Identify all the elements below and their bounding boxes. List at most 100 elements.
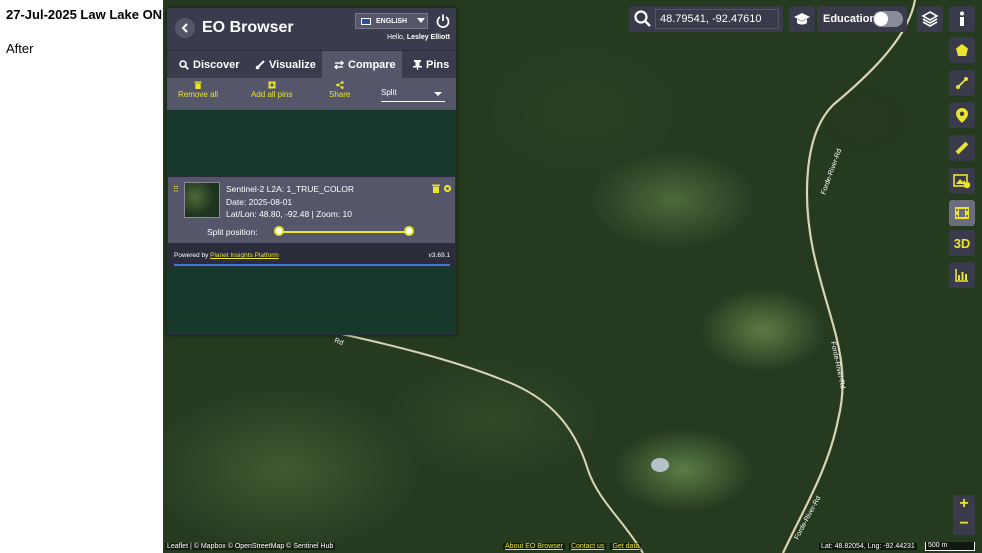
greeting-prefix: Hello, <box>386 34 405 41</box>
platform-link[interactable]: Planet Insights Platform <box>210 252 279 259</box>
pin-icon <box>413 59 422 70</box>
layers-icon <box>921 11 939 27</box>
panel-header: EO Browser ENGLISH Hello, Lesley Elliott <box>167 8 456 50</box>
footer-links: About EO Browser Contact us Get data <box>503 543 645 550</box>
statistics-button[interactable] <box>949 262 975 288</box>
layer-latlon: Lat/Lon: 48.80, -92.48 | Zoom: 10 <box>226 209 353 219</box>
info-icon <box>960 11 964 26</box>
timelapse-button[interactable] <box>949 200 975 226</box>
switch-knob <box>874 12 888 26</box>
progress-fill <box>174 264 450 266</box>
tab-label: Discover <box>193 58 240 71</box>
get-data-link[interactable]: Get data <box>610 543 642 550</box>
measure-line-icon <box>956 77 968 89</box>
compare-mode-value: Split <box>381 88 397 97</box>
graduation-cap-icon <box>794 13 810 25</box>
panel-footer: Powered by Planet Insights Platform v3.6… <box>168 249 455 266</box>
tab-pins[interactable]: Pins <box>413 51 449 78</box>
image-download-icon <box>953 174 971 189</box>
attribution-credits: Leaflet | © Mapbox © OpenStreetMap © Sen… <box>165 543 336 550</box>
education-switch[interactable] <box>873 11 903 27</box>
eo-browser-panel: EO Browser ENGLISH Hello, Lesley Elliott… <box>167 8 456 335</box>
zoom-out-button[interactable]: − <box>953 515 975 535</box>
road-label-upper: Forde-River-Rd <box>820 148 843 196</box>
image-download-button[interactable] <box>949 168 975 194</box>
layer-title: Sentinel-2 L2A: 1_TRUE_COLOR <box>226 184 355 194</box>
road-label-mid: Forde-River-Rd <box>829 341 846 390</box>
layer-thumbnail <box>184 182 220 218</box>
road-main <box>782 0 917 553</box>
powered-by-label: Powered by <box>174 252 209 259</box>
split-position-label: Split position: <box>207 227 258 237</box>
info-button[interactable] <box>949 6 975 32</box>
user-name: Lesley Elliott <box>406 34 450 41</box>
tab-label: Visualize <box>269 58 316 71</box>
road-label-west: Rd <box>333 337 344 347</box>
layer-info: Sentinel-2 L2A: 1_TRUE_COLOR Date: 2025-… <box>226 183 354 221</box>
measure-button[interactable] <box>949 135 975 161</box>
3d-view-button[interactable]: 3D <box>949 230 975 256</box>
chart-icon <box>955 269 968 282</box>
sentinel-hub-link[interactable]: Sentinel Hub <box>293 543 333 550</box>
chevron-down-icon <box>434 92 442 96</box>
tab-discover[interactable]: Discover <box>179 51 239 78</box>
layers-button[interactable] <box>917 6 943 32</box>
education-toggle[interactable]: Education <box>817 6 907 32</box>
cursor-coordinates: Lat: 48.82054, Lng: -92.44231 <box>819 543 917 550</box>
remove-all-label: Remove all <box>178 90 219 99</box>
add-all-pins-button[interactable]: Add all pins <box>251 81 292 99</box>
graduation-cap-button[interactable] <box>789 6 815 32</box>
flag-icon <box>361 18 371 25</box>
about-link[interactable]: About EO Browser <box>503 543 565 550</box>
chevron-down-icon <box>417 18 425 23</box>
leaflet-link[interactable]: Leaflet <box>167 543 188 550</box>
remove-all-button[interactable]: Remove all <box>178 81 218 99</box>
tab-compare[interactable]: Compare <box>322 51 402 78</box>
loading-progress-bar <box>174 264 450 266</box>
compare-layer-card[interactable]: ⠿ Sentinel-2 L2A: 1_TRUE_COLOR Date: 202… <box>168 177 455 243</box>
app-title: EO Browser <box>202 19 294 36</box>
attribution-bar: Leaflet | © Mapbox © OpenStreetMap © Sen… <box>163 542 982 553</box>
share-label: Share <box>329 90 351 99</box>
film-icon <box>955 207 969 219</box>
split-handle-end[interactable] <box>404 226 414 236</box>
brush-icon <box>255 59 265 69</box>
zoom-in-button[interactable]: + <box>953 495 975 515</box>
tab-label: Pins <box>426 58 450 71</box>
search-input[interactable] <box>655 9 779 29</box>
search-icon[interactable] <box>632 8 654 30</box>
compare-mode-select[interactable]: Split <box>381 88 445 102</box>
split-handle-start[interactable] <box>274 226 284 236</box>
user-greeting: Hello, Lesley Elliott <box>387 34 450 41</box>
location-pin-icon <box>956 107 968 123</box>
place-marker-button[interactable] <box>949 102 975 128</box>
contact-link[interactable]: Contact us <box>568 543 607 550</box>
chevron-left-icon <box>181 23 188 33</box>
tab-label: Compare <box>348 58 396 71</box>
layer-date: Date: 2025-08-01 <box>226 196 293 207</box>
power-icon[interactable] <box>435 13 451 29</box>
language-select[interactable]: ENGLISH <box>355 13 428 29</box>
cloud-patch <box>651 458 669 472</box>
osm-link[interactable]: OpenStreetMap <box>235 543 284 550</box>
draw-line-button[interactable] <box>949 70 975 96</box>
compare-bottom-area <box>168 267 455 334</box>
mapbox-link[interactable]: Mapbox <box>201 543 226 550</box>
gear-icon[interactable] <box>443 184 452 193</box>
collapse-panel-button[interactable] <box>175 18 195 38</box>
version-label: v3.69.1 <box>428 252 450 259</box>
share-icon <box>335 81 344 89</box>
powered-by: Powered by Planet Insights Platform <box>174 252 279 259</box>
compare-drop-zone <box>168 110 455 176</box>
drag-handle-icon[interactable]: ⠿ <box>173 185 179 194</box>
road-west <box>322 329 644 553</box>
share-button[interactable]: Share <box>329 81 350 99</box>
trash-icon <box>194 81 202 89</box>
split-position-slider[interactable] <box>279 231 409 233</box>
ruler-icon <box>955 141 969 155</box>
education-label: Education <box>823 13 877 25</box>
tab-visualize[interactable]: Visualize <box>255 51 316 78</box>
image-subtitle: After <box>6 41 34 56</box>
draw-polygon-button[interactable] <box>949 37 975 63</box>
trash-icon[interactable] <box>432 184 440 193</box>
